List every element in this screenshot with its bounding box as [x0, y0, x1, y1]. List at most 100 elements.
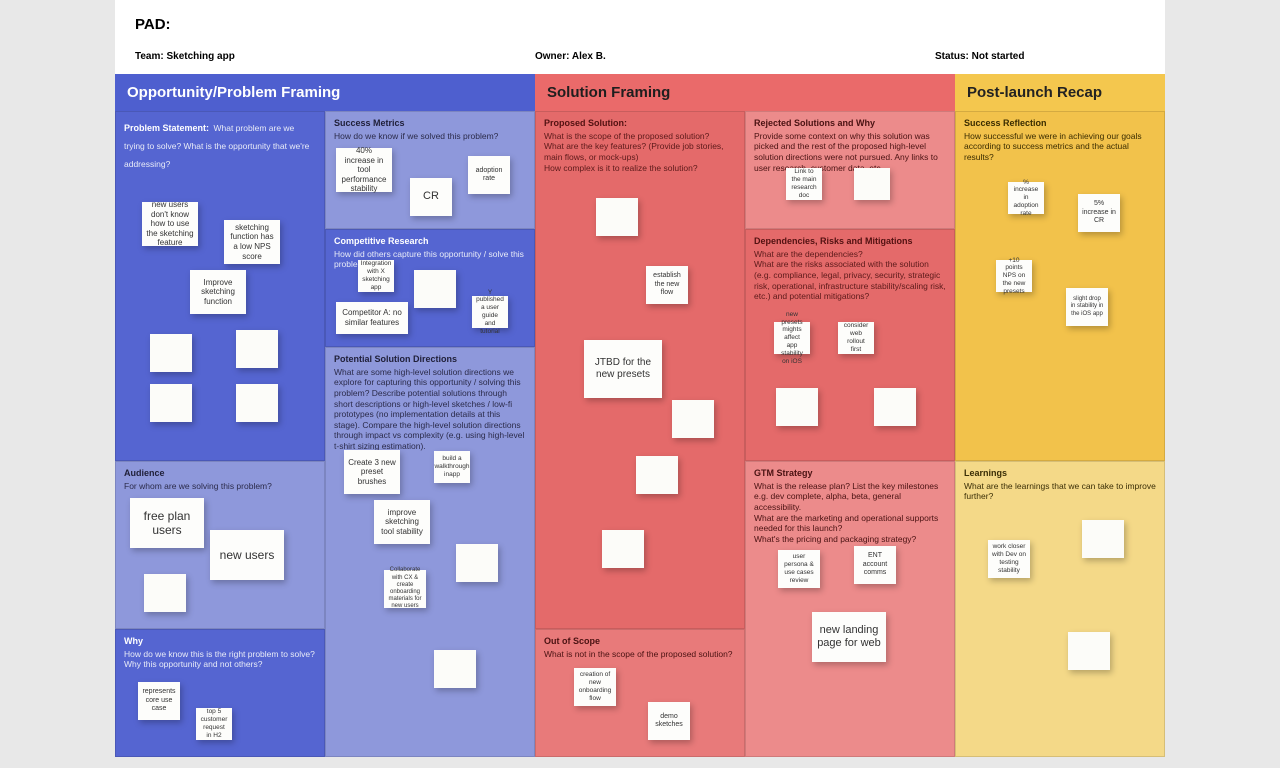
header: PAD:: [115, 0, 1165, 41]
cell-gtm[interactable]: GTM Strategy What is the release plan? L…: [745, 461, 955, 757]
cell-success-title: Success Reflection: [964, 118, 1156, 130]
note-rejected-1[interactable]: Link to the main research doc: [786, 168, 822, 200]
cell-audience-desc: For whom are we solving this problem?: [124, 481, 316, 492]
cell-rejected-desc: Provide some context on why this solutio…: [754, 131, 946, 174]
cell-deps[interactable]: Dependencies, Risks and Mitigations What…: [745, 229, 955, 461]
note-blank[interactable]: [414, 270, 456, 308]
note-blank[interactable]: [150, 334, 192, 372]
cell-gtm-desc: What is the release plan? List the key m…: [754, 481, 946, 545]
note-success-4[interactable]: slight drop in stability in the iOS app: [1066, 288, 1108, 326]
note-blank[interactable]: [236, 330, 278, 368]
cell-success-desc: How successful we were in achieving our …: [964, 131, 1156, 163]
cell-proposed-desc: What is the scope of the proposed soluti…: [544, 131, 736, 174]
cell-directions-desc: What are some high-level solution direct…: [334, 367, 526, 452]
cell-learn-desc: What are the learnings that we can take …: [964, 481, 1156, 502]
cell-metrics-title: Success Metrics: [334, 118, 526, 130]
note-metrics-2[interactable]: CR: [410, 178, 452, 216]
cell-rejected-title: Rejected Solutions and Why: [754, 118, 946, 130]
note-oos-2[interactable]: demo sketches: [648, 702, 690, 740]
note-proposed-2[interactable]: JTBD for the new presets: [584, 340, 662, 398]
note-blank[interactable]: [434, 650, 476, 688]
cell-success[interactable]: Success Reflection How successful we wer…: [955, 111, 1165, 461]
cell-why-desc: How do we know this is the right problem…: [124, 649, 316, 670]
col-opportunity-title: Opportunity/Problem Framing: [115, 74, 535, 111]
note-gtm-2[interactable]: ENT account comms: [854, 546, 896, 584]
col-solution: Solution Framing Proposed Solution: What…: [535, 74, 955, 757]
col-recap-title: Post-launch Recap: [955, 74, 1165, 111]
note-why-2[interactable]: top 5 customer request in H2: [196, 708, 232, 740]
cell-audience-title: Audience: [124, 468, 316, 480]
note-success-2[interactable]: 5% increase in CR: [1078, 194, 1120, 232]
cell-directions[interactable]: Potential Solution Directions What are s…: [325, 347, 535, 757]
cell-proposed-title: Proposed Solution:: [544, 118, 736, 130]
cell-gtm-title: GTM Strategy: [754, 468, 946, 480]
meta-owner: Owner: Alex B.: [535, 51, 935, 62]
cell-deps-desc: What are the dependencies? What are the …: [754, 249, 946, 302]
note-blank[interactable]: [602, 530, 644, 568]
note-blank[interactable]: [456, 544, 498, 582]
note-blank[interactable]: [636, 456, 678, 494]
cell-problem-title: Problem Statement:: [124, 123, 209, 133]
cell-metrics[interactable]: Success Metrics How do we know if we sol…: [325, 111, 535, 229]
meta-status: Status: Not started: [935, 51, 1145, 62]
note-blank[interactable]: [150, 384, 192, 422]
note-blank[interactable]: [144, 574, 186, 612]
note-gtm-1[interactable]: user persona & use cases review: [778, 550, 820, 588]
note-blank[interactable]: [1082, 520, 1124, 558]
note-directions-1[interactable]: Create 3 new preset brushes: [344, 450, 400, 494]
note-success-3[interactable]: +10 points NPS on the new presets: [996, 260, 1032, 292]
note-problem-2[interactable]: sketching function has a low NPS score: [224, 220, 280, 264]
note-research-1[interactable]: Integration with X sketching app: [358, 260, 394, 292]
note-blank[interactable]: [874, 388, 916, 426]
note-directions-2[interactable]: build a walkthrough inapp: [434, 451, 470, 483]
cell-oos[interactable]: Out of Scope What is not in the scope of…: [535, 629, 745, 757]
cell-directions-title: Potential Solution Directions: [334, 354, 526, 366]
cell-deps-title: Dependencies, Risks and Mitigations: [754, 236, 946, 248]
note-research-2[interactable]: Competitor A: no similar features: [336, 302, 408, 334]
note-blank[interactable]: [236, 384, 278, 422]
note-blank[interactable]: [776, 388, 818, 426]
opportunity-body: Problem Statement: What problem are we t…: [115, 111, 535, 757]
meta-row: Team: Sketching app Owner: Alex B. Statu…: [115, 41, 1165, 74]
note-gtm-3[interactable]: new landing page for web: [812, 612, 886, 662]
note-deps-1[interactable]: new presets mights affect app stability …: [774, 322, 810, 354]
cell-audience[interactable]: Audience For whom are we solving this pr…: [115, 461, 325, 629]
note-blank[interactable]: [1068, 632, 1110, 670]
cell-problem[interactable]: Problem Statement: What problem are we t…: [115, 111, 325, 461]
note-audience-2[interactable]: new users: [210, 530, 284, 580]
note-blank[interactable]: [672, 400, 714, 438]
note-deps-2[interactable]: consider web rollout first: [838, 322, 874, 354]
note-problem-3[interactable]: Improve sketching function: [190, 270, 246, 314]
cell-research-title: Competitive Research: [334, 236, 526, 248]
board: Opportunity/Problem Framing Problem Stat…: [115, 74, 1165, 757]
note-blank[interactable]: [854, 168, 890, 200]
col-opportunity: Opportunity/Problem Framing Problem Stat…: [115, 74, 535, 757]
note-directions-4[interactable]: Collaborate with CX & create onboarding …: [384, 570, 426, 608]
cell-why-title: Why: [124, 636, 316, 648]
note-oos-1[interactable]: creation of new onboarding flow: [574, 668, 616, 706]
cell-learn[interactable]: Learnings What are the learnings that we…: [955, 461, 1165, 757]
cell-oos-desc: What is not in the scope of the proposed…: [544, 649, 736, 660]
note-metrics-3[interactable]: adoption rate: [468, 156, 510, 194]
cell-proposed[interactable]: Proposed Solution: What is the scope of …: [535, 111, 745, 629]
cell-why[interactable]: Why How do we know this is the right pro…: [115, 629, 325, 757]
note-why-1[interactable]: represents core use case: [138, 682, 180, 720]
note-proposed-1[interactable]: establish the new flow: [646, 266, 688, 304]
note-research-3[interactable]: Y published a user guide and tutorial: [472, 296, 508, 328]
cell-rejected[interactable]: Rejected Solutions and Why Provide some …: [745, 111, 955, 229]
meta-team: Team: Sketching app: [135, 51, 535, 62]
note-metrics-1[interactable]: 40% increase in tool performance stabili…: [336, 148, 392, 192]
note-success-1[interactable]: % increase in adoption rate: [1008, 182, 1044, 214]
cell-oos-title: Out of Scope: [544, 636, 736, 648]
cell-research[interactable]: Competitive Research How did others capt…: [325, 229, 535, 347]
cell-metrics-desc: How do we know if we solved this problem…: [334, 131, 526, 142]
col-solution-title: Solution Framing: [535, 74, 955, 111]
note-learn-1[interactable]: work closer with Dev on testing stabilit…: [988, 540, 1030, 578]
note-directions-3[interactable]: improve sketching tool stability: [374, 500, 430, 544]
cell-learn-title: Learnings: [964, 468, 1156, 480]
pad-title: PAD:: [135, 16, 1145, 33]
note-audience-1[interactable]: free plan users: [130, 498, 204, 548]
note-problem-1[interactable]: new users don't know how to use the sket…: [142, 202, 198, 246]
pad-canvas: PAD: Team: Sketching app Owner: Alex B. …: [115, 0, 1165, 757]
note-blank[interactable]: [596, 198, 638, 236]
